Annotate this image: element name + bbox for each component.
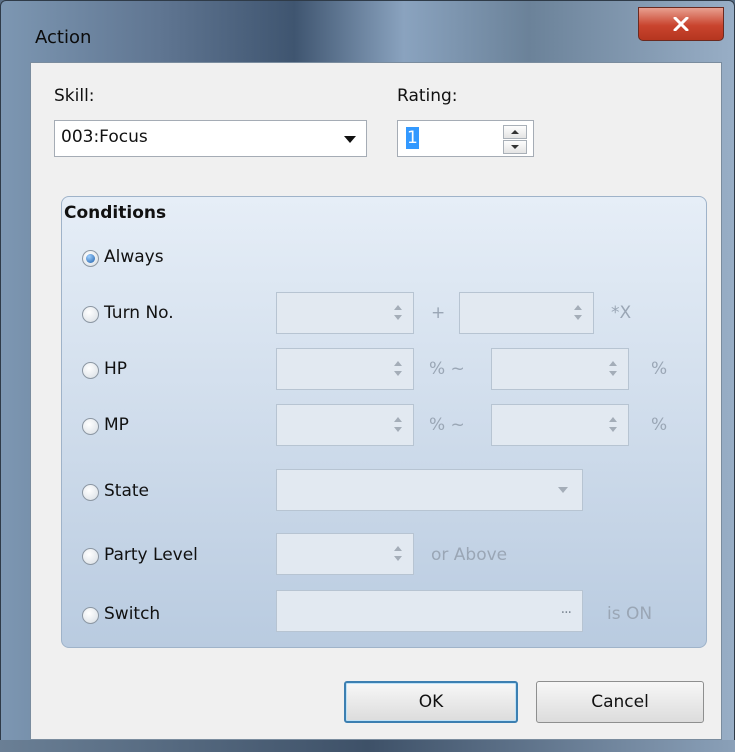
window-title: Action — [35, 27, 92, 48]
ellipsis-icon[interactable]: ... — [561, 601, 572, 617]
turn-no-field-b[interactable] — [459, 292, 594, 334]
radio-always[interactable] — [82, 250, 99, 267]
rating-stepper[interactable]: 1 — [397, 120, 534, 157]
skill-value: 003:Focus — [61, 127, 148, 147]
party-level-suffix: or Above — [431, 545, 508, 565]
radio-switch[interactable] — [82, 607, 99, 624]
spin-down-icon — [394, 427, 402, 432]
switch-field[interactable]: ... — [276, 590, 583, 632]
radio-state[interactable] — [82, 484, 99, 501]
spin-up-icon — [394, 361, 402, 366]
spin-down-icon — [394, 315, 402, 320]
window-bottom-edge — [0, 740, 735, 752]
radio-hp-label: HP — [104, 359, 128, 379]
rating-spin-up-button[interactable] — [503, 125, 527, 139]
spin-up-icon — [609, 361, 617, 366]
spin-down-icon — [609, 371, 617, 376]
radio-always-label: Always — [104, 247, 164, 267]
radio-turn-no[interactable] — [82, 306, 99, 323]
mp-suffix: % — [651, 415, 668, 435]
radio-switch-label: Switch — [104, 604, 161, 624]
conditions-title: Conditions — [64, 203, 167, 223]
turn-no-plus: + — [431, 303, 446, 323]
spin-up-icon — [609, 417, 617, 422]
spin-up-icon — [574, 305, 582, 310]
hp-tilde: % ~ — [429, 359, 465, 379]
radio-party-level-label: Party Level — [104, 545, 198, 565]
radio-mp-label: MP — [104, 415, 129, 435]
skill-dropdown[interactable]: 003:Focus — [54, 120, 367, 157]
state-dropdown[interactable] — [276, 469, 583, 511]
hp-suffix: % — [651, 359, 668, 379]
spin-down-icon — [394, 371, 402, 376]
rating-spin-down-button[interactable] — [503, 140, 527, 154]
spin-up-icon — [511, 130, 519, 134]
hp-field-max[interactable] — [491, 348, 629, 390]
mp-field-min[interactable] — [276, 404, 414, 446]
mp-field-max[interactable] — [491, 404, 629, 446]
chevron-down-icon — [344, 136, 356, 143]
radio-turn-no-label: Turn No. — [104, 303, 174, 323]
spin-up-icon — [394, 417, 402, 422]
spin-down-icon — [609, 427, 617, 432]
cancel-button[interactable]: Cancel — [536, 681, 704, 723]
mp-tilde: % ~ — [429, 415, 465, 435]
radio-selected-dot — [86, 254, 95, 263]
radio-state-label: State — [104, 481, 149, 501]
party-level-field[interactable] — [276, 533, 414, 575]
switch-suffix: is ON — [607, 604, 653, 624]
chevron-down-icon — [558, 487, 568, 493]
radio-mp[interactable] — [82, 418, 99, 435]
skill-label: Skill: — [54, 86, 95, 106]
spin-down-icon — [511, 145, 519, 149]
spin-down-icon — [394, 556, 402, 561]
spin-down-icon — [574, 315, 582, 320]
turn-no-suffix: *X — [611, 303, 632, 323]
title-bar[interactable]: Action — [1, 1, 735, 63]
spin-up-icon — [394, 305, 402, 310]
close-icon — [673, 17, 689, 31]
rating-value[interactable]: 1 — [406, 127, 419, 149]
turn-no-field-a[interactable] — [276, 292, 414, 334]
ok-button[interactable]: OK — [344, 681, 518, 723]
rating-label: Rating: — [397, 86, 458, 106]
hp-field-min[interactable] — [276, 348, 414, 390]
radio-party-level[interactable] — [82, 548, 99, 565]
radio-hp[interactable] — [82, 362, 99, 379]
spin-up-icon — [394, 546, 402, 551]
close-button[interactable] — [638, 7, 724, 41]
dialog-body: Skill: 003:Focus Rating: 1 Conditions Al… — [30, 62, 722, 740]
